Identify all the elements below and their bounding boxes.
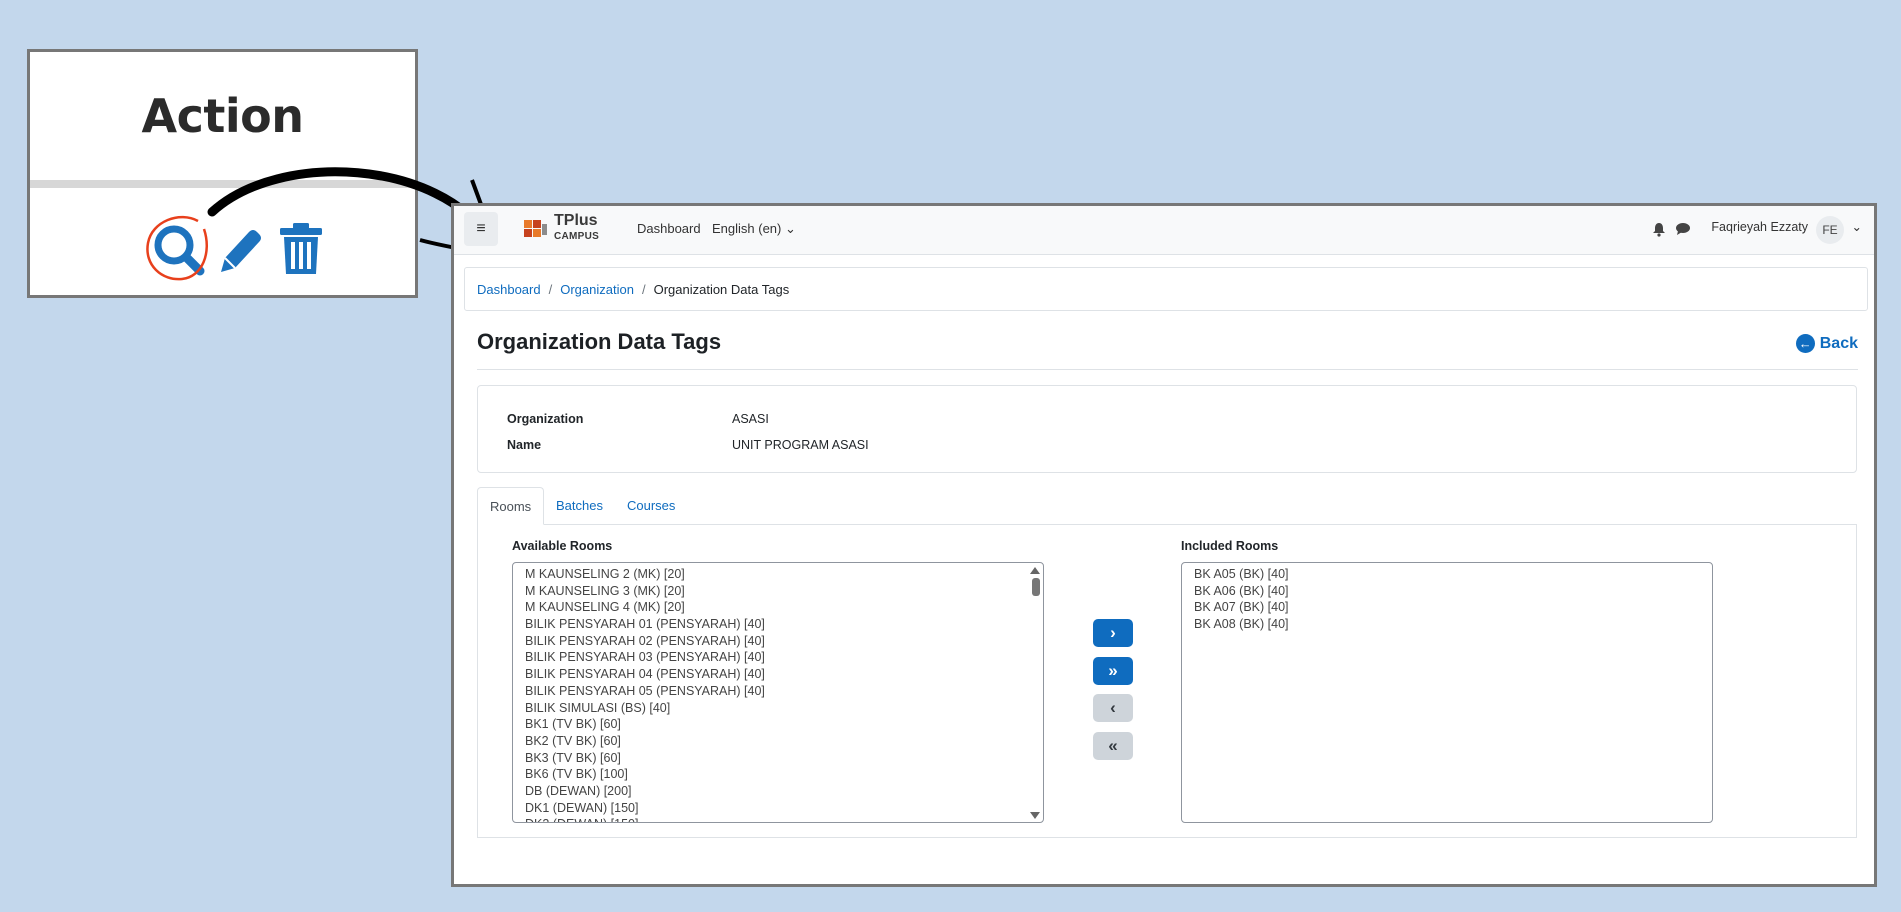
included-rooms-listbox[interactable]: BK A05 (BK) [40] BK A06 (BK) [40] BK A07 (… xyxy=(1181,562,1713,823)
organization-info-card: Organization ASASI Name UNIT PROGRAM ASA… xyxy=(477,385,1857,473)
breadcrumb-separator: / xyxy=(641,281,646,297)
list-item[interactable]: BK A06 (BK) [40] xyxy=(1182,583,1712,600)
available-rooms-label: Available Rooms xyxy=(512,539,613,553)
language-menu[interactable]: English (en) ⌄ xyxy=(712,221,796,237)
remove-all-rooms-button[interactable]: « xyxy=(1093,732,1133,760)
breadcrumb-organization[interactable]: Organization xyxy=(560,282,634,297)
organization-value: ASASI xyxy=(732,412,769,426)
name-label: Name xyxy=(507,438,542,452)
logo-text-sub: CAMPUS xyxy=(554,231,600,242)
scroll-up-arrow-icon[interactable] xyxy=(1030,567,1040,574)
nav-dashboard-link[interactable]: Dashboard xyxy=(637,221,701,236)
tab-rooms[interactable]: Rooms xyxy=(477,487,545,525)
user-menu-chevron-icon[interactable]: ⌄ xyxy=(1852,219,1862,234)
list-item[interactable]: DB (DEWAN) [200] xyxy=(513,783,1043,800)
screenshot-window: ≡ TPlus CAMPUS Dashboard English (en) ⌄ … xyxy=(451,203,1877,887)
bell-icon[interactable] xyxy=(1652,222,1666,237)
breadcrumb: Dashboard / Organization / Organization … xyxy=(464,267,1868,311)
list-item[interactable]: BILIK PENSYARAH 02 (PENSYARAH) [40] xyxy=(513,633,1043,650)
list-item[interactable]: DK2 (DEWAN) [150] xyxy=(513,816,1043,822)
name-value: UNIT PROGRAM ASASI xyxy=(732,438,869,452)
data-tags-tabs: Rooms Batches Courses xyxy=(477,487,1857,525)
included-rooms-label: Included Rooms xyxy=(1181,539,1279,553)
list-item[interactable]: BILIK SIMULASI (BS) [40] xyxy=(513,700,1043,717)
list-item[interactable]: BK A07 (BK) [40] xyxy=(1182,599,1712,616)
back-button[interactable]: ← Back xyxy=(1795,334,1858,353)
rooms-tab-panel: Available Rooms Included Rooms M KAUNSEL… xyxy=(477,524,1857,838)
scrollbar-thumb[interactable] xyxy=(1032,578,1040,596)
menu-icon[interactable]: ≡ xyxy=(464,212,498,246)
logo-cube-icon xyxy=(524,220,547,237)
list-item[interactable]: BK2 (TV BK) [60] xyxy=(513,733,1043,750)
scroll-down-arrow-icon[interactable] xyxy=(1030,812,1040,819)
chat-icon[interactable] xyxy=(1675,222,1691,236)
organization-label: Organization xyxy=(507,412,584,426)
list-item[interactable]: BK A05 (BK) [40] xyxy=(1182,566,1712,583)
top-navbar: ≡ TPlus CAMPUS Dashboard English (en) ⌄ … xyxy=(454,206,1874,255)
available-rooms-listbox[interactable]: M KAUNSELING 2 (MK) [20] M KAUNSELING 3 (… xyxy=(512,562,1044,823)
tab-batches[interactable]: Batches xyxy=(544,487,615,524)
list-item[interactable]: BILIK PENSYARAH 04 (PENSYARAH) [40] xyxy=(513,666,1043,683)
list-item[interactable]: M KAUNSELING 3 (MK) [20] xyxy=(513,583,1043,600)
list-item[interactable]: DK1 (DEWAN) [150] xyxy=(513,800,1043,817)
user-avatar[interactable]: FE xyxy=(1816,216,1844,244)
breadcrumb-separator: / xyxy=(548,281,553,297)
list-item[interactable]: BK A08 (BK) [40] xyxy=(1182,616,1712,633)
page-title: Organization Data Tags xyxy=(477,329,722,354)
remove-room-button[interactable]: ‹ xyxy=(1093,694,1133,722)
breadcrumb-dashboard[interactable]: Dashboard xyxy=(477,282,541,297)
tplus-campus-logo[interactable]: TPlus CAMPUS xyxy=(522,210,612,250)
list-item[interactable]: BILIK PENSYARAH 05 (PENSYARAH) [40] xyxy=(513,683,1043,700)
list-item[interactable]: BK3 (TV BK) [60] xyxy=(513,750,1043,767)
list-item[interactable]: BILIK PENSYARAH 01 (PENSYARAH) [40] xyxy=(513,616,1043,633)
list-item[interactable]: M KAUNSELING 4 (MK) [20] xyxy=(513,599,1043,616)
add-all-rooms-button[interactable]: » xyxy=(1093,657,1133,685)
list-item[interactable]: BK1 (TV BK) [60] xyxy=(513,716,1043,733)
list-item[interactable]: BILIK PENSYARAH 03 (PENSYARAH) [40] xyxy=(513,649,1043,666)
tab-courses[interactable]: Courses xyxy=(615,487,687,524)
back-arrow-icon: ← xyxy=(1795,334,1815,353)
logo-text-main: TPlus xyxy=(554,212,598,229)
user-name[interactable]: Faqrieyah Ezzaty xyxy=(1711,220,1808,234)
list-item[interactable]: M KAUNSELING 2 (MK) [20] xyxy=(513,566,1043,583)
add-room-button[interactable]: › xyxy=(1093,619,1133,647)
list-item[interactable]: BK6 (TV BK) [100] xyxy=(513,766,1043,783)
breadcrumb-current: Organization Data Tags xyxy=(653,281,790,297)
back-label: Back xyxy=(1819,334,1858,352)
title-divider xyxy=(477,369,1858,370)
